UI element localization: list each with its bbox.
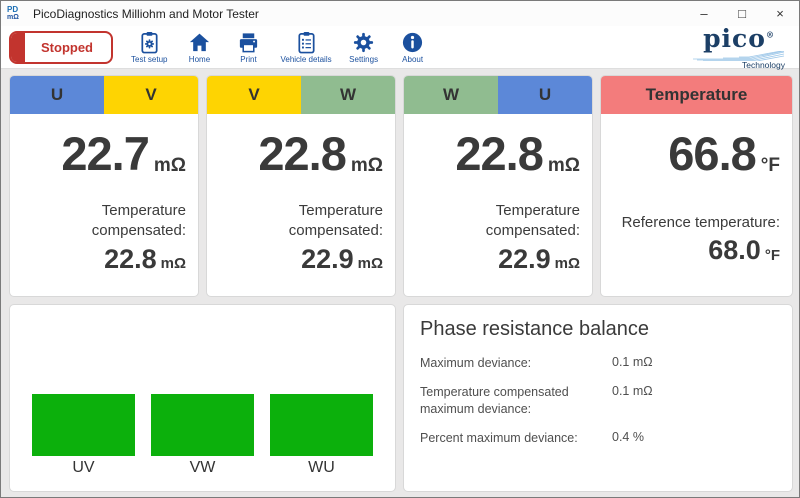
phase-w-header: W xyxy=(301,76,395,114)
temperature-header: Temperature xyxy=(601,76,792,114)
balance-panel-title: Phase resistance balance xyxy=(420,318,650,340)
stopped-indicator xyxy=(11,32,25,62)
balance-rows: Maximum deviance: 0.1 mΩ Temperature com… xyxy=(420,355,776,447)
phase-v-header: V xyxy=(104,76,198,114)
bar-label-uv: UV xyxy=(72,459,95,476)
minimize-icon[interactable]: – xyxy=(685,1,723,26)
wu-compensated-value: 22.9 mΩ xyxy=(498,243,580,274)
bar-uv xyxy=(32,394,135,456)
chart-area: UV VW WU xyxy=(10,394,395,477)
phase-u-header: U xyxy=(498,76,592,114)
window-controls: – □ × xyxy=(685,1,799,26)
home-icon xyxy=(188,31,211,54)
phase-w-header: W xyxy=(404,76,498,114)
toolbar-item-settings[interactable]: Settings xyxy=(347,31,381,64)
bar-label-wu: WU xyxy=(308,459,335,476)
bar-vw xyxy=(151,394,254,456)
toolbar-item-print[interactable]: Print xyxy=(231,31,265,64)
bar-column-wu: WU xyxy=(270,394,373,477)
balance-row-percent-deviance: Percent maximum deviance: 0.4 % xyxy=(420,429,644,445)
maximize-icon[interactable]: □ xyxy=(723,1,761,26)
reference-temperature-value: 68.0 °F xyxy=(708,235,780,266)
vehicle-details-label: Vehicle details xyxy=(280,54,332,64)
balance-row-max-deviance: Maximum deviance: 0.1 mΩ xyxy=(420,355,653,370)
balance-row-compensated-deviance: Temperature compensated maximum deviance… xyxy=(420,383,653,416)
print-icon xyxy=(237,31,260,54)
phase-resistance-balance-panel: Phase resistance balance Maximum devianc… xyxy=(403,304,793,492)
uv-compensated-label: Temperature compensated: xyxy=(91,202,186,240)
settings-label: Settings xyxy=(349,54,379,64)
app-window: PD mΩ PicoDiagnostics Milliohm and Motor… xyxy=(0,0,800,498)
vw-compensated-label: Temperature compensated: xyxy=(288,202,383,240)
app-icon: PD mΩ xyxy=(7,5,27,23)
toolbar: Stopped Test setup Home Print Vehicle de… xyxy=(1,24,799,70)
wu-compensated-label: Temperature compensated: xyxy=(485,202,580,240)
uv-resistance-value: 22.7 mΩ xyxy=(61,127,186,180)
app-icon-text-top: PD xyxy=(7,5,19,14)
toolbar-item-about[interactable]: About xyxy=(396,31,430,64)
pico-logo-subtitle: Technology xyxy=(741,59,785,70)
pico-logo-text: pico® xyxy=(703,24,775,53)
phase-v-header: V xyxy=(207,76,301,114)
measurement-card-vw: V W 22.8 mΩ Temperature compensated: 22.… xyxy=(206,75,396,297)
pico-technology-logo: pico® Technology xyxy=(689,24,789,70)
stopped-label: Stopped xyxy=(41,39,93,55)
window-title: PicoDiagnostics Milliohm and Motor Teste… xyxy=(33,6,259,21)
vw-compensated-value: 22.9 mΩ xyxy=(301,243,383,274)
toolbar-item-test-setup[interactable]: Test setup xyxy=(131,31,167,64)
about-label: About xyxy=(402,54,424,64)
test-setup-label: Test setup xyxy=(131,54,168,64)
toolbar-item-home[interactable]: Home xyxy=(182,31,216,64)
temperature-card: Temperature 66.8 °F Reference temperatur… xyxy=(600,75,793,297)
reference-temperature-label: Reference temperature: xyxy=(621,214,780,231)
close-icon[interactable]: × xyxy=(761,1,799,26)
bar-label-vw: VW xyxy=(189,459,216,476)
measurement-card-uv: U V 22.7 mΩ Temperature compensated: 22.… xyxy=(9,75,199,297)
about-icon xyxy=(401,31,424,54)
bar-column-vw: VW xyxy=(151,394,254,477)
balance-bar-chart: UV VW WU xyxy=(9,304,396,492)
settings-icon xyxy=(352,31,375,54)
uv-compensated-value: 22.8 mΩ xyxy=(104,243,186,274)
print-label: Print xyxy=(240,54,257,64)
phase-u-header: U xyxy=(10,76,104,114)
test-setup-icon xyxy=(138,31,161,54)
title-bar: PD mΩ PicoDiagnostics Milliohm and Motor… xyxy=(1,1,799,26)
vehicle-details-icon xyxy=(295,31,318,54)
toolbar-item-vehicle-details[interactable]: Vehicle details xyxy=(280,31,332,64)
bar-column-uv: UV xyxy=(32,394,135,477)
bar-wu xyxy=(270,394,373,456)
temperature-value: 66.8 °F xyxy=(668,127,780,180)
vw-resistance-value: 22.8 mΩ xyxy=(258,127,383,180)
measurement-card-wu: W U 22.8 mΩ Temperature compensated: 22.… xyxy=(403,75,593,297)
stopped-button[interactable]: Stopped xyxy=(9,30,113,64)
toolbar-items: Test setup Home Print Vehicle details Se… xyxy=(131,31,430,64)
app-icon-text-bottom: mΩ xyxy=(7,14,19,21)
wu-resistance-value: 22.8 mΩ xyxy=(455,127,580,180)
home-label: Home xyxy=(188,54,211,64)
